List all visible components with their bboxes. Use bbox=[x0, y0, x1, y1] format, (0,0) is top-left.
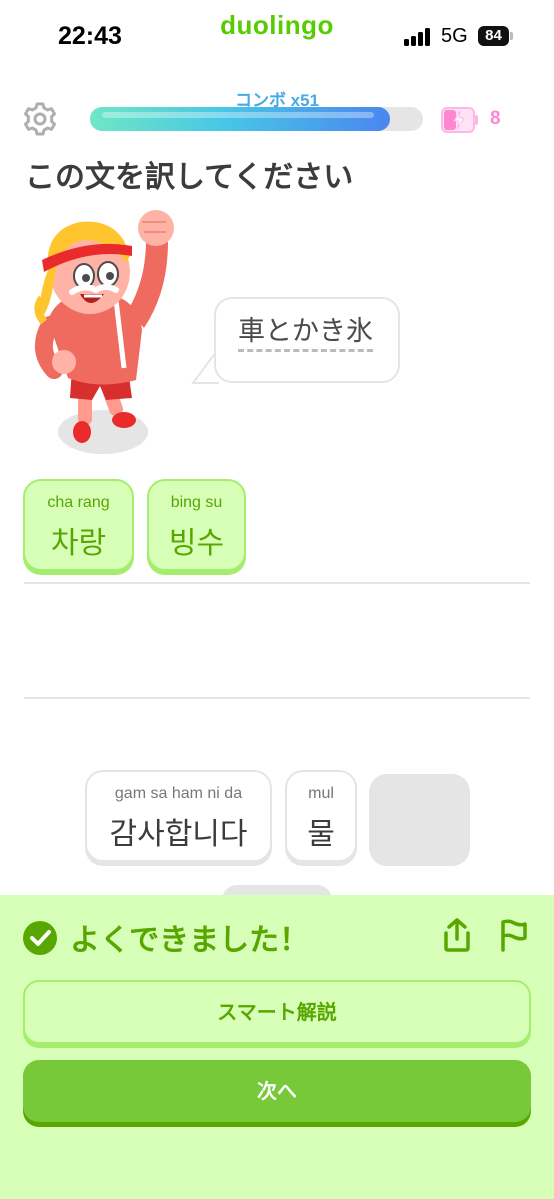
answer-tile[interactable]: cha rang 차랑 bbox=[23, 479, 134, 571]
challenge-title: この文を訳してください bbox=[25, 160, 354, 195]
check-circle-icon bbox=[23, 921, 57, 955]
flag-icon[interactable] bbox=[497, 918, 531, 952]
tile-romanization: gam sa ham ni da bbox=[114, 785, 243, 802]
lesson-progress-fill bbox=[90, 107, 390, 131]
app-logo: duolingo bbox=[220, 10, 334, 40]
speech-bubble: 車とかき氷 bbox=[214, 297, 400, 383]
energy-battery-icon[interactable] bbox=[441, 106, 479, 134]
energy-count: 8 bbox=[490, 108, 501, 129]
tile-romanization: mul bbox=[308, 785, 334, 802]
answer-line bbox=[24, 697, 530, 699]
word-bank-tile[interactable]: gam sa ham ni da 감사합니다 bbox=[85, 770, 272, 862]
word-bank-tile[interactable]: mul 물 bbox=[285, 770, 357, 862]
network-label: 5G bbox=[441, 25, 468, 47]
tile-word: 물 bbox=[307, 817, 335, 852]
status-bar: 22:43 duolingo 5G 84 bbox=[0, 0, 554, 70]
tile-word: 빙수 bbox=[168, 526, 225, 561]
lesson-progress-bar bbox=[90, 107, 423, 131]
share-icon[interactable] bbox=[440, 917, 474, 953]
smart-explanation-button[interactable]: スマート解説 bbox=[23, 980, 531, 1044]
prompt-sentence[interactable]: 車とかき氷 bbox=[238, 317, 373, 352]
answer-line bbox=[24, 582, 530, 584]
next-button[interactable]: 次へ bbox=[23, 1060, 531, 1122]
battery-icon: 84 bbox=[478, 26, 513, 46]
character-illustration bbox=[34, 210, 174, 454]
answer-tile[interactable]: bing su 빙수 bbox=[147, 479, 246, 571]
word-bank-slot-empty bbox=[369, 774, 470, 866]
tile-romanization: bing su bbox=[170, 494, 223, 511]
battery-level: 84 bbox=[478, 26, 509, 46]
gear-icon[interactable] bbox=[22, 101, 58, 137]
tile-word: 감사합니다 bbox=[109, 817, 248, 852]
tile-word: 차랑 bbox=[50, 526, 107, 561]
signal-icon bbox=[404, 28, 434, 46]
tile-romanization: cha rang bbox=[47, 494, 110, 511]
feedback-message: よくできました！ bbox=[70, 923, 310, 958]
